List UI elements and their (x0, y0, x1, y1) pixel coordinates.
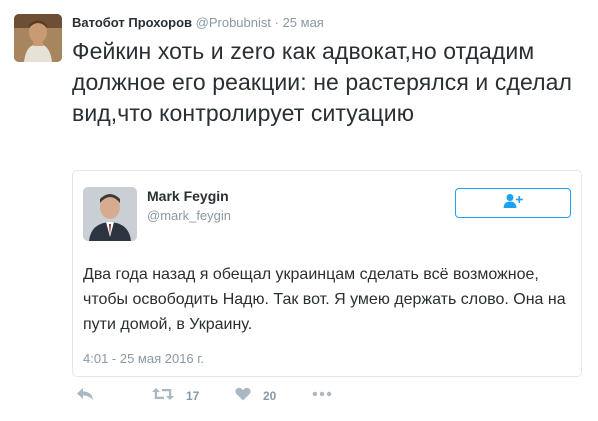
retweet-button[interactable]: 17 (152, 387, 199, 404)
add-user-icon (503, 193, 523, 214)
quoted-author-name[interactable]: Mark Feygin (147, 188, 229, 204)
tweet-header: Ватобот Прохоров @Probubnist · 25 мая (72, 15, 324, 30)
author-name[interactable]: Ватобот Прохоров (72, 15, 192, 30)
tweet-time[interactable]: 25 мая (283, 15, 324, 30)
more-button[interactable] (312, 388, 332, 402)
like-button[interactable]: 20 (235, 387, 276, 404)
quoted-tweet-timestamp[interactable]: 4:01 - 25 мая 2016 г. (83, 351, 204, 366)
author-handle[interactable]: @Probubnist (196, 15, 271, 30)
follow-button[interactable] (455, 188, 571, 218)
quoted-tweet-text: Два года назад я обещал украинцам сделат… (83, 266, 566, 333)
heart-icon (235, 387, 251, 404)
quoted-author-handle[interactable]: @mark_feygin (147, 208, 231, 223)
reply-icon (76, 387, 94, 404)
author-avatar[interactable] (14, 14, 62, 62)
quoted-tweet[interactable]: Mark Feygin @mark_feygin Два года назад … (72, 170, 582, 377)
reply-button[interactable] (76, 387, 94, 404)
retweet-icon (152, 387, 174, 404)
quoted-author-avatar[interactable] (83, 187, 137, 241)
retweet-count: 17 (186, 388, 200, 403)
like-count: 20 (263, 388, 277, 403)
separator: · (271, 15, 283, 30)
tweet: Ватобот Прохоров @Probubnist · 25 мая Фе… (0, 0, 598, 421)
tweet-text: Фейкин хоть и zero как адвокат,но отдади… (72, 38, 573, 126)
more-icon (312, 388, 332, 402)
